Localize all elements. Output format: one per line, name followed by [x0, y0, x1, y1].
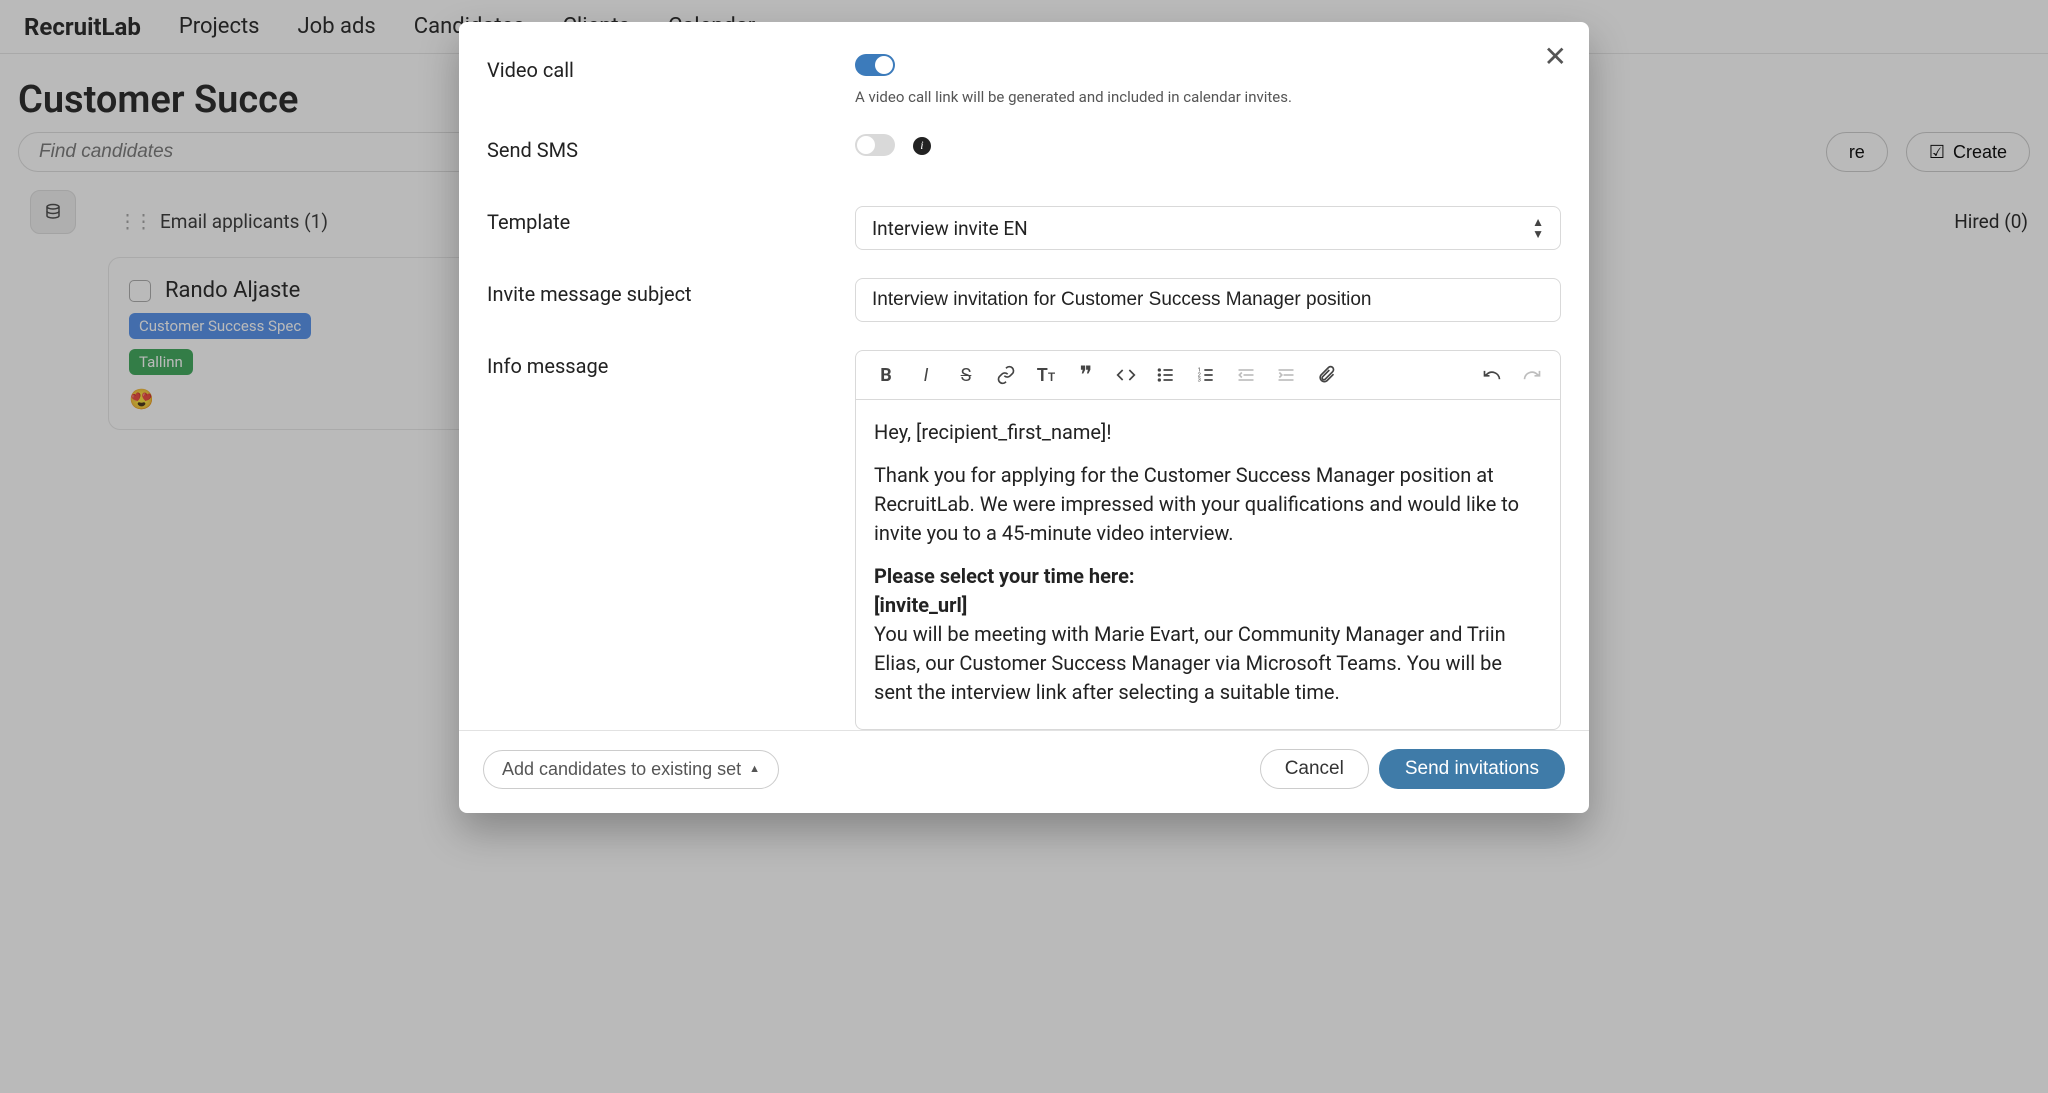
video-call-label: Video call [487, 54, 855, 82]
modal-footer: Add candidates to existing set ▲ Cancel … [459, 730, 1589, 813]
rich-editor: B I S TT ❞ 123 [855, 350, 1561, 730]
add-candidates-button[interactable]: Add candidates to existing set ▲ [483, 750, 779, 789]
video-call-hint: A video call link will be generated and … [855, 88, 1561, 106]
template-label: Template [487, 206, 855, 234]
redo-icon[interactable] [1512, 357, 1552, 393]
undo-icon[interactable] [1472, 357, 1512, 393]
quote-icon[interactable]: ❞ [1066, 357, 1106, 393]
send-invitations-button[interactable]: Send invitations [1379, 749, 1565, 789]
info-message-label: Info message [487, 350, 855, 378]
cancel-button[interactable]: Cancel [1260, 749, 1369, 789]
video-call-toggle[interactable] [855, 54, 895, 76]
strike-icon[interactable]: S [946, 357, 986, 393]
italic-icon[interactable]: I [906, 357, 946, 393]
bullet-list-icon[interactable] [1146, 357, 1186, 393]
code-icon[interactable] [1106, 357, 1146, 393]
send-sms-toggle[interactable] [855, 134, 895, 156]
send-sms-label: Send SMS [487, 134, 855, 162]
chevron-updown-icon: ▲▼ [1532, 216, 1544, 240]
subject-input[interactable] [855, 278, 1561, 322]
close-icon[interactable]: ✕ [1544, 40, 1567, 73]
editor-content[interactable]: Hey, [recipient_first_name]! Thank you f… [856, 400, 1560, 729]
svg-text:3: 3 [1198, 378, 1201, 384]
text-size-icon[interactable]: TT [1026, 357, 1066, 393]
info-icon[interactable]: i [913, 137, 931, 155]
editor-toolbar: B I S TT ❞ 123 [856, 351, 1560, 400]
ordered-list-icon[interactable]: 123 [1186, 357, 1226, 393]
editor-invite-url: [invite_url] [874, 593, 967, 617]
editor-p1: Thank you for applying for the Customer … [874, 461, 1542, 548]
attach-icon[interactable] [1306, 357, 1346, 393]
bold-icon[interactable]: B [866, 357, 906, 393]
subject-label: Invite message subject [487, 278, 855, 306]
indent-icon[interactable] [1266, 357, 1306, 393]
link-icon[interactable] [986, 357, 1026, 393]
outdent-icon[interactable] [1226, 357, 1266, 393]
caret-up-icon: ▲ [749, 763, 760, 775]
editor-p2: You will be meeting with Marie Evart, ou… [874, 620, 1542, 707]
editor-greeting: Hey, [recipient_first_name]! [874, 418, 1542, 447]
template-value: Interview invite EN [872, 217, 1028, 240]
invite-modal: ✕ Video call A video call link will be g… [459, 22, 1589, 813]
template-select[interactable]: Interview invite EN ▲▼ [855, 206, 1561, 250]
editor-bold-line: Please select your time here: [874, 564, 1135, 588]
